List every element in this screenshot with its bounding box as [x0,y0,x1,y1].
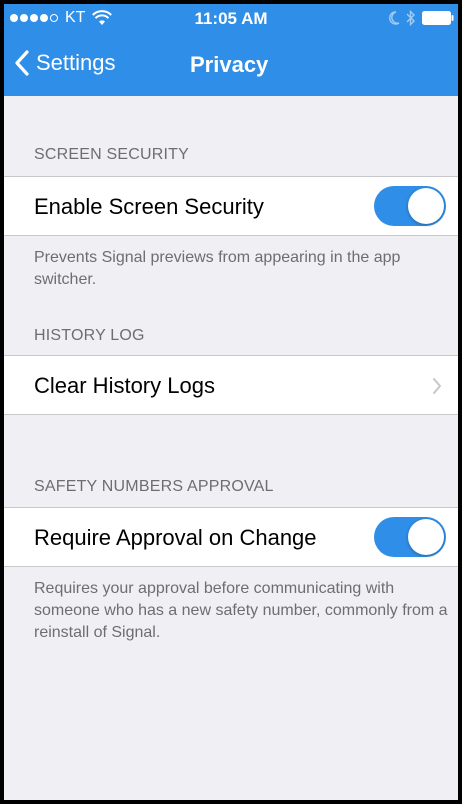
chevron-right-icon [433,378,441,394]
require-approval-toggle[interactable] [374,517,446,557]
status-bar: KT 11:05 AM [4,4,458,34]
back-button-label: Settings [36,50,116,75]
top-bar: KT 11:05 AM Settings Privacy [4,4,458,96]
row-require-approval[interactable]: Require Approval on Change [4,507,458,567]
row-label: Enable Screen Security [34,194,264,219]
section-header-safety-numbers: SAFETY NUMBERS APPROVAL [34,478,274,495]
page-title: Privacy [190,52,269,77]
toggle-knob [408,188,444,224]
section-header-screen-security: SCREEN SECURITY [34,146,190,163]
section-header-history-log: HISTORY LOG [34,327,145,344]
screen-security-footer: Prevents Signal previews from appearing … [34,249,401,288]
toggle-knob [408,519,444,555]
moon-icon [389,11,400,25]
row-enable-screen-security[interactable]: Enable Screen Security [4,176,458,236]
row-clear-history-logs[interactable]: Clear History Logs [4,355,458,415]
status-right [388,10,454,26]
screen-security-toggle[interactable] [374,186,446,226]
safety-numbers-footer: Requires your approval before communicat… [34,580,448,641]
battery-icon [422,11,454,25]
privacy-screen: KT 11:05 AM Settings Privacy SCREEN SECU… [4,4,458,800]
bluetooth-icon [406,10,415,26]
navigation-bar: Settings Privacy [4,34,458,96]
row-label: Require Approval on Change [34,525,317,550]
row-label: Clear History Logs [34,373,215,398]
chevron-left-icon [15,50,29,76]
back-button[interactable]: Settings [14,50,116,76]
